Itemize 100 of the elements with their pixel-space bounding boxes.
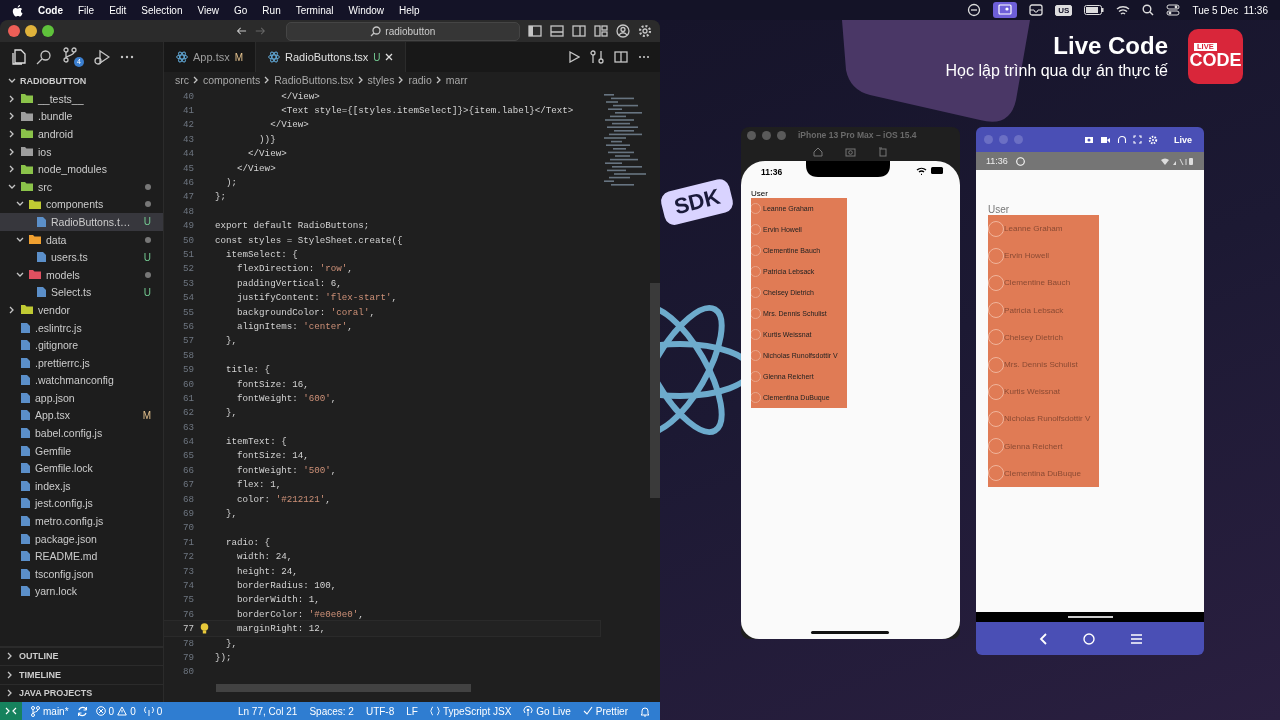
explorer-entry[interactable]: package.json	[0, 529, 163, 548]
account-icon[interactable]	[616, 24, 630, 38]
battery-icon[interactable]	[1084, 5, 1105, 15]
explorer-entry[interactable]: Gemfile	[0, 441, 163, 460]
tray-icon[interactable]	[1029, 4, 1044, 16]
menu-item[interactable]: Selection	[141, 4, 183, 16]
explorer-entry[interactable]: tsconfig.json	[0, 565, 163, 583]
explorer-entry[interactable]: RadioButtons.t… U	[0, 213, 163, 231]
search-field[interactable]: radiobutton	[285, 21, 520, 41]
search-icon[interactable]	[1142, 4, 1155, 16]
settings-icon[interactable]	[638, 24, 652, 38]
branch-indicator[interactable]: main*	[30, 705, 69, 717]
fullscreen-icon[interactable]	[1133, 135, 1142, 144]
folder-item[interactable]: node_modules	[0, 160, 163, 178]
explorer-entry[interactable]: Gemfile.lock	[0, 459, 163, 478]
window-control-icon[interactable]	[25, 25, 37, 37]
panel-toggle-icon[interactable]	[550, 25, 564, 37]
explorer-entry[interactable]: App.tsx M	[0, 406, 163, 425]
menu-item[interactable]: Help	[399, 4, 420, 16]
menu-item[interactable]: Go	[234, 4, 248, 16]
language-mode[interactable]: TypeScript JSX	[429, 705, 512, 717]
search-icon[interactable]	[36, 49, 52, 65]
scrollbar[interactable]	[650, 283, 660, 498]
rotate-icon[interactable]	[878, 147, 888, 157]
clock[interactable]: Tue 5 Dec 11:36	[1192, 4, 1268, 16]
lightbulb-icon[interactable]	[200, 623, 209, 635]
breadcrumb-item[interactable]: radio	[408, 74, 432, 86]
explorer-entry[interactable]: .watchmanconfig	[0, 371, 163, 390]
control-center-icon[interactable]	[1166, 4, 1181, 16]
folder-item[interactable]: components	[0, 195, 163, 214]
explorer-entry[interactable]: metro.config.js	[0, 512, 163, 530]
go-live-button[interactable]: Go Live	[523, 705, 571, 717]
explorer-entry[interactable]: babel.config.js	[0, 424, 163, 442]
breadcrumb-item[interactable]: styles	[367, 74, 395, 86]
folder-item[interactable]: vendor	[0, 301, 163, 319]
back-arrow-icon[interactable]	[236, 25, 247, 37]
panel-header[interactable]: OUTLINE	[0, 646, 163, 665]
explorer-entry[interactable]: Select.ts U	[0, 283, 163, 302]
explorer-header[interactable]: RADIOBUTTON	[0, 72, 163, 90]
explorer-entry[interactable]: README.md	[0, 547, 163, 566]
run-debug-icon[interactable]	[94, 49, 110, 65]
panel-header[interactable]: TIMELINE	[0, 665, 163, 684]
home-icon[interactable]	[813, 147, 823, 157]
folder-item[interactable]: ios	[0, 142, 163, 161]
indentation-setting[interactable]: Spaces: 2	[309, 705, 354, 717]
menu-item[interactable]: View	[197, 4, 219, 16]
folder-item[interactable]: android	[0, 125, 163, 143]
sync-icon[interactable]	[76, 705, 88, 717]
wifi-icon[interactable]	[1116, 4, 1131, 16]
explorer-entry[interactable]: .eslintrc.js	[0, 318, 163, 337]
menu-item[interactable]: File	[78, 4, 95, 16]
menu-item[interactable]: Code	[38, 4, 63, 16]
layout-icon[interactable]	[594, 25, 608, 37]
camera-icon[interactable]	[1084, 135, 1094, 144]
more-icon[interactable]	[120, 55, 134, 59]
folder-item[interactable]: .bundle	[0, 107, 163, 126]
bell-icon[interactable]	[640, 705, 650, 717]
menu-item[interactable]: Window	[348, 4, 385, 16]
window-control-icon[interactable]	[8, 25, 20, 37]
input-source-indicator[interactable]: US	[1055, 4, 1073, 16]
menu-item[interactable]: Terminal	[295, 4, 334, 16]
encoding-setting[interactable]: UTF-8	[365, 705, 395, 717]
screenshot-icon[interactable]	[845, 147, 856, 157]
editor-tab[interactable]: RadioButtons.tsx U	[256, 42, 407, 72]
split-layout-icon[interactable]	[572, 25, 586, 37]
remote-icon[interactable]	[0, 702, 22, 720]
problems-indicator[interactable]: 0 0	[95, 705, 136, 717]
cursor-position[interactable]: Ln 77, Col 21	[237, 705, 298, 717]
run-icon[interactable]	[568, 51, 580, 63]
back-icon[interactable]	[1038, 632, 1047, 645]
menu-icon[interactable]	[1130, 633, 1142, 644]
ports-indicator[interactable]: 0	[143, 705, 163, 717]
split-editor-icon[interactable]	[614, 51, 628, 63]
explorer-entry[interactable]: users.ts U	[0, 248, 163, 266]
window-control-icon[interactable]	[42, 25, 54, 37]
compare-icon[interactable]	[590, 50, 604, 64]
breadcrumb-item[interactable]: marr	[445, 74, 468, 86]
folder-item[interactable]: src	[0, 177, 163, 196]
explorer-entry[interactable]: jest.config.js	[0, 494, 163, 513]
screen-share-icon[interactable]	[993, 2, 1018, 18]
live-button[interactable]: Live	[1174, 134, 1192, 145]
menu-item[interactable]: Run	[262, 4, 281, 16]
scrollbar[interactable]	[216, 684, 471, 692]
status-icon[interactable]	[967, 3, 982, 17]
explorer-entry[interactable]: yarn.lock	[0, 582, 163, 601]
explorer-entry[interactable]: .gitignore	[0, 336, 163, 354]
sidebar-toggle-icon[interactable]	[528, 25, 542, 37]
folder-item[interactable]: __tests__	[0, 90, 163, 108]
line-ending-setting[interactable]: LF	[406, 705, 418, 717]
folder-item[interactable]: models	[0, 265, 163, 284]
forward-arrow-icon[interactable]	[254, 25, 266, 37]
video-icon[interactable]	[1100, 135, 1111, 144]
formatter-indicator[interactable]: Prettier	[582, 705, 628, 717]
more-icon[interactable]	[638, 55, 650, 59]
files-icon[interactable]	[10, 49, 26, 65]
explorer-entry[interactable]: index.js	[0, 477, 163, 495]
headphones-icon[interactable]	[1117, 135, 1127, 144]
menu-item[interactable]: Edit	[109, 4, 127, 16]
folder-item[interactable]: data	[0, 230, 163, 249]
breadcrumb-item[interactable]: RadioButtons.tsx	[274, 74, 354, 86]
